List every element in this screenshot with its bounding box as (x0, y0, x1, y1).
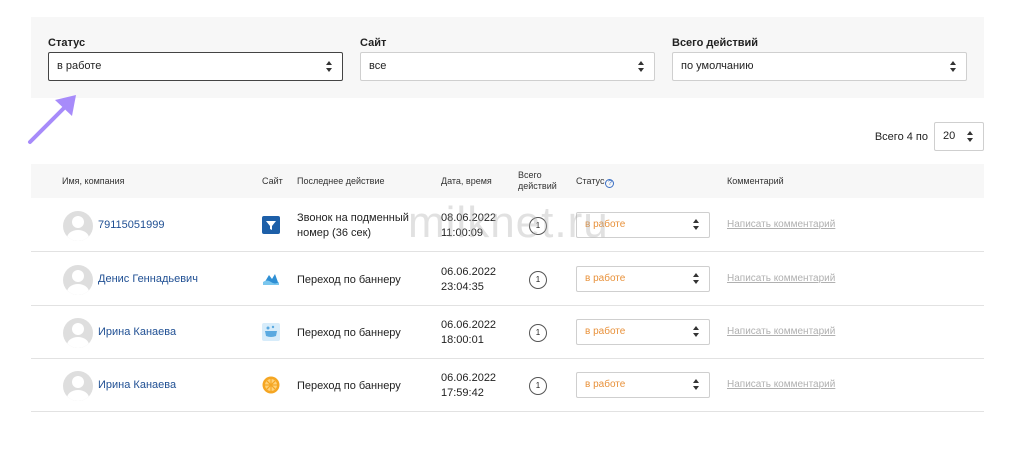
column-last-action: Последнее действие (297, 176, 385, 186)
avatar (63, 318, 93, 348)
total-count-text: Всего 4 по (874, 130, 928, 143)
datetime: 06.06.2022 17:59:42 (441, 371, 496, 401)
column-site: Сайт (262, 176, 283, 186)
funnel-icon (262, 216, 280, 234)
row-status-value: в работе (585, 273, 626, 284)
actions-filter-select[interactable]: по умолчанию (672, 52, 967, 81)
actions-filter-value: по умолчанию (681, 60, 754, 72)
last-action-line1: Звонок на подменный (297, 212, 409, 224)
last-action-line2: номер (36 сек) (297, 227, 372, 239)
watermark: milknet.ru (408, 198, 609, 247)
last-action: Переход по баннеру (297, 326, 422, 341)
select-caret-icon (693, 326, 700, 338)
status-filter-select[interactable]: в работе (48, 52, 343, 81)
contact-name-link[interactable]: Ирина Канаева (98, 326, 176, 338)
column-name: Имя, компания (62, 176, 125, 186)
row-status-value: в работе (585, 326, 626, 337)
select-caret-icon (693, 219, 700, 231)
date-text: 06.06.2022 (441, 266, 497, 278)
actions-count-badge[interactable]: 1 (529, 377, 547, 395)
contact-name-link[interactable]: 79115051999 (98, 219, 164, 231)
contact-name-link[interactable]: Денис Геннадьевич (98, 273, 198, 285)
last-action: Переход по баннеру (297, 379, 422, 394)
table-header: Имя, компания Сайт Последнее действие Да… (31, 164, 984, 198)
avatar (63, 371, 93, 401)
time-text: 17:59:42 (441, 387, 484, 399)
filters-panel: Статус в работе Сайт все Всего действий … (31, 17, 984, 98)
last-action: Переход по баннеру (297, 273, 422, 288)
last-action-line1: Переход по баннеру (297, 380, 401, 392)
table-row: Денис Геннадьевич Переход по баннеру 06.… (31, 253, 984, 306)
write-comment-link[interactable]: Написать комментарий (727, 379, 835, 390)
select-caret-icon (967, 131, 974, 143)
time-text: 23:04:35 (441, 281, 484, 293)
site-filter-value: все (369, 60, 387, 72)
select-caret-icon (693, 379, 700, 391)
actions-filter-label: Всего действий (672, 37, 759, 49)
column-datetime: Дата, время (441, 176, 492, 186)
avatar (63, 265, 93, 295)
column-total-actions: Всего действий (518, 170, 557, 192)
actions-count-badge[interactable]: 1 (529, 271, 547, 289)
status-filter-value: в работе (57, 60, 102, 72)
waves-icon (263, 274, 279, 285)
row-status-select[interactable]: в работе (576, 266, 710, 292)
column-status: Статус? (576, 176, 615, 188)
row-status-value: в работе (585, 379, 626, 390)
per-page-value: 20 (943, 130, 956, 142)
write-comment-link[interactable]: Написать комментарий (727, 219, 835, 230)
pagination: Всего 4 по 20 (875, 122, 984, 151)
row-status-select[interactable]: в работе (576, 319, 710, 345)
actions-filter: Всего действий по умолчанию (672, 36, 967, 81)
last-action-line1: Переход по баннеру (297, 327, 401, 339)
select-caret-icon (693, 273, 700, 285)
per-page-select[interactable]: 20 (934, 122, 984, 151)
avatar (63, 211, 93, 241)
site-filter: Сайт все (360, 36, 655, 81)
bath-icon (262, 323, 280, 341)
date-text: 06.06.2022 (441, 372, 497, 384)
column-total-actions-line1: Всего (518, 170, 542, 180)
status-filter: Статус в работе (48, 36, 343, 81)
column-status-label: Статус (576, 176, 605, 186)
column-total-actions-line2: действий (518, 181, 557, 191)
last-action: Звонок на подменный номер (36 сек) (297, 211, 422, 241)
select-caret-icon (638, 61, 645, 73)
time-text: 18:00:01 (441, 334, 484, 346)
info-icon[interactable]: ? (605, 179, 615, 188)
select-caret-icon (950, 61, 957, 73)
row-status-select[interactable]: в работе (576, 372, 710, 398)
pointer-arrow-icon (28, 95, 76, 144)
site-filter-select[interactable]: все (360, 52, 655, 81)
select-caret-icon (326, 61, 333, 73)
datetime: 06.06.2022 23:04:35 (441, 265, 496, 295)
orange-slice-icon (262, 376, 280, 394)
site-filter-label: Сайт (360, 37, 387, 49)
status-filter-label: Статус (48, 37, 86, 49)
datetime: 06.06.2022 18:00:01 (441, 318, 496, 348)
actions-count-badge[interactable]: 1 (529, 324, 547, 342)
date-text: 06.06.2022 (441, 319, 497, 331)
last-action-line1: Переход по баннеру (297, 274, 401, 286)
write-comment-link[interactable]: Написать комментарий (727, 326, 835, 337)
table-row: Ирина Канаева Переход по баннеру 06.06.2… (31, 306, 984, 359)
contact-name-link[interactable]: Ирина Канаева (98, 379, 176, 391)
column-comment: Комментарий (727, 176, 784, 186)
table-row: Ирина Канаева Переход по баннеру 06.06.2… (31, 359, 984, 412)
write-comment-link[interactable]: Написать комментарий (727, 273, 835, 284)
